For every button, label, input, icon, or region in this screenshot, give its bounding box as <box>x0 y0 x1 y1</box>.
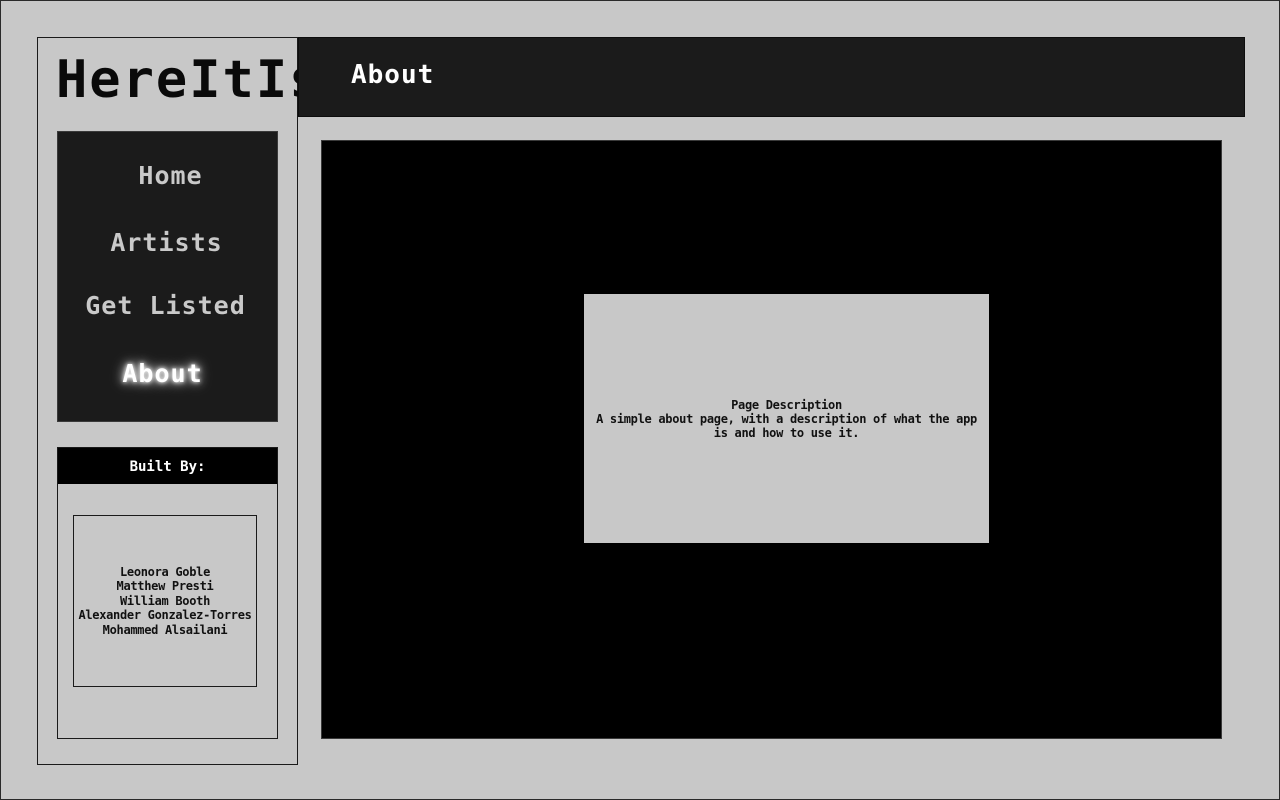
app-frame: HereItIs Home Artists Get Listed About B… <box>0 0 1280 800</box>
description-title: Page Description <box>731 397 842 412</box>
main-nav: Home Artists Get Listed About <box>57 131 278 422</box>
description-card: Page Description A simple about page, wi… <box>584 294 989 543</box>
sidebar: HereItIs Home Artists Get Listed About B… <box>37 37 320 765</box>
page-title: About <box>351 60 435 90</box>
nav-item-about[interactable]: About <box>53 359 272 388</box>
nav-item-get-listed[interactable]: Get Listed <box>56 291 275 320</box>
credit-name: Mohammed Alsailani <box>102 622 228 637</box>
app-logo[interactable]: HereItIs <box>56 50 320 110</box>
credit-name: William Booth <box>119 593 211 608</box>
credits-list: Leonora Goble Matthew Presti William Boo… <box>73 515 257 687</box>
credit-name: Matthew Presti <box>116 579 214 594</box>
credits-panel: Built By: Leonora Goble Matthew Presti W… <box>57 447 278 739</box>
credit-name: Leonora Goble <box>119 564 211 579</box>
nav-item-home[interactable]: Home <box>61 161 280 190</box>
description-text: A simple about page, with a description … <box>596 411 977 440</box>
page-header: About <box>298 37 1245 117</box>
credit-name: Alexander Gonzalez-Torres <box>78 608 252 623</box>
nav-item-artists[interactable]: Artists <box>57 228 276 257</box>
credits-title: Built By: <box>58 448 277 484</box>
main-content: Page Description A simple about page, wi… <box>321 140 1222 739</box>
